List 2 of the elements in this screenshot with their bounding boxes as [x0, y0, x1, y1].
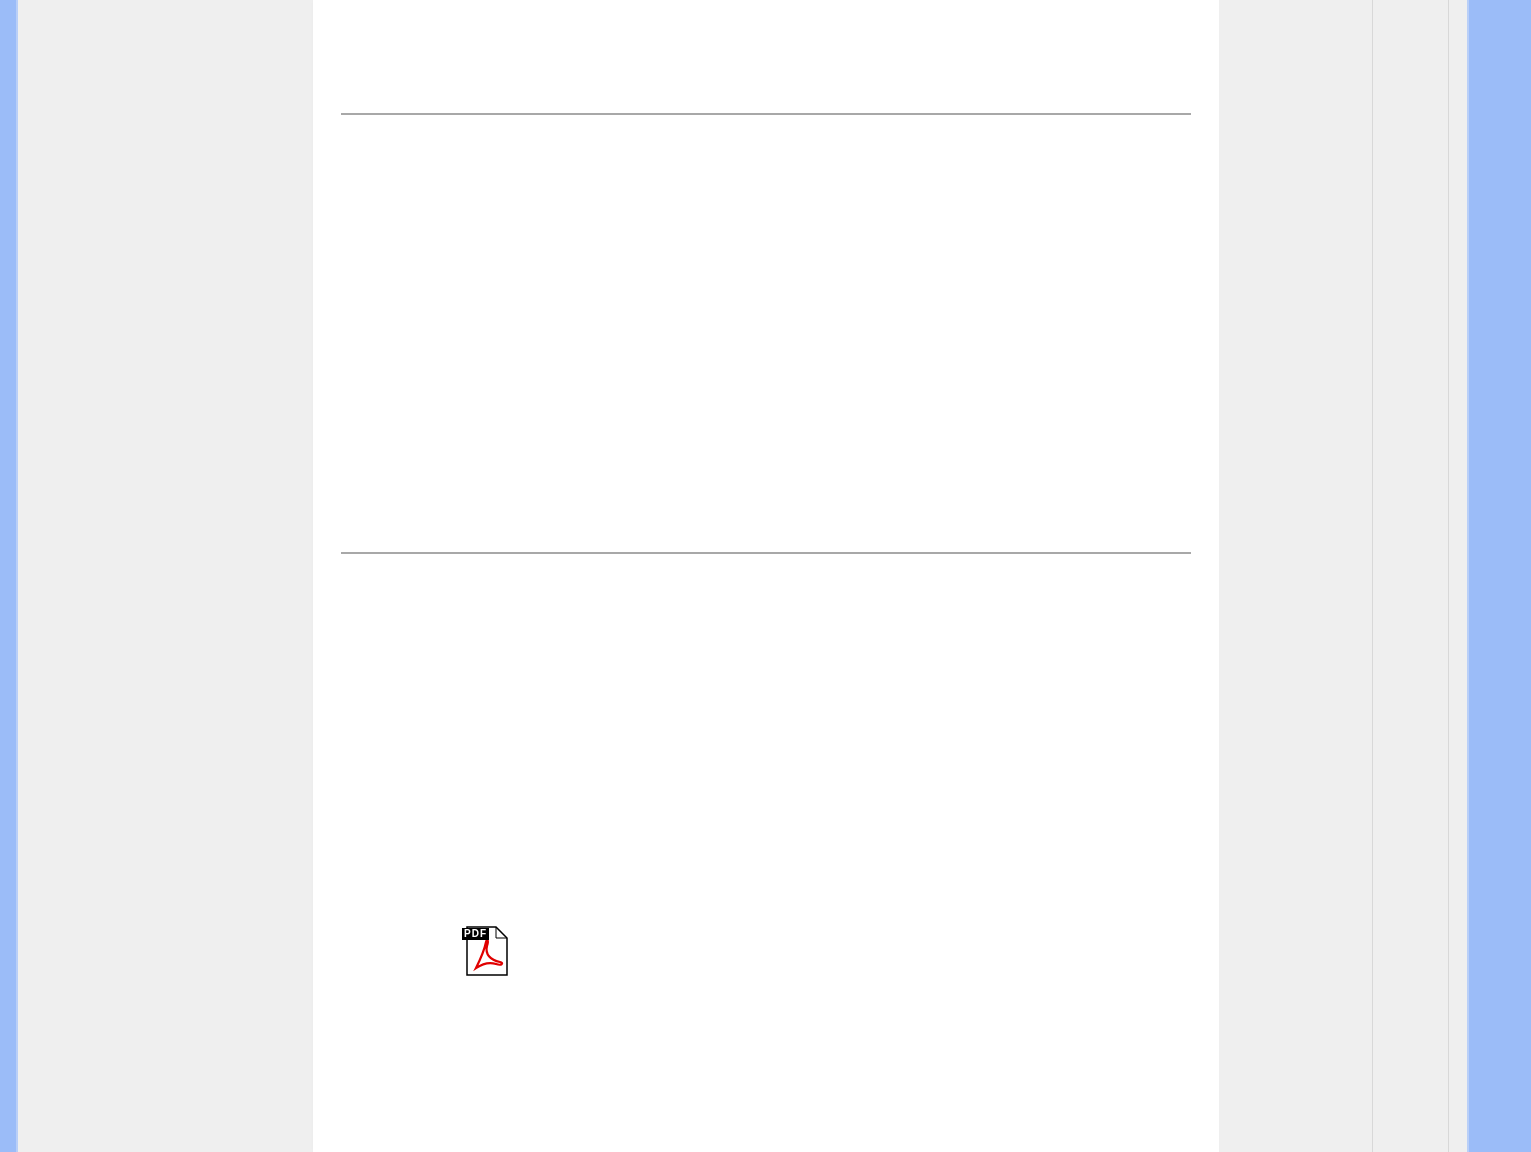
- pdf-label: PDF: [462, 928, 489, 940]
- document-icon[interactable]: [466, 926, 508, 976]
